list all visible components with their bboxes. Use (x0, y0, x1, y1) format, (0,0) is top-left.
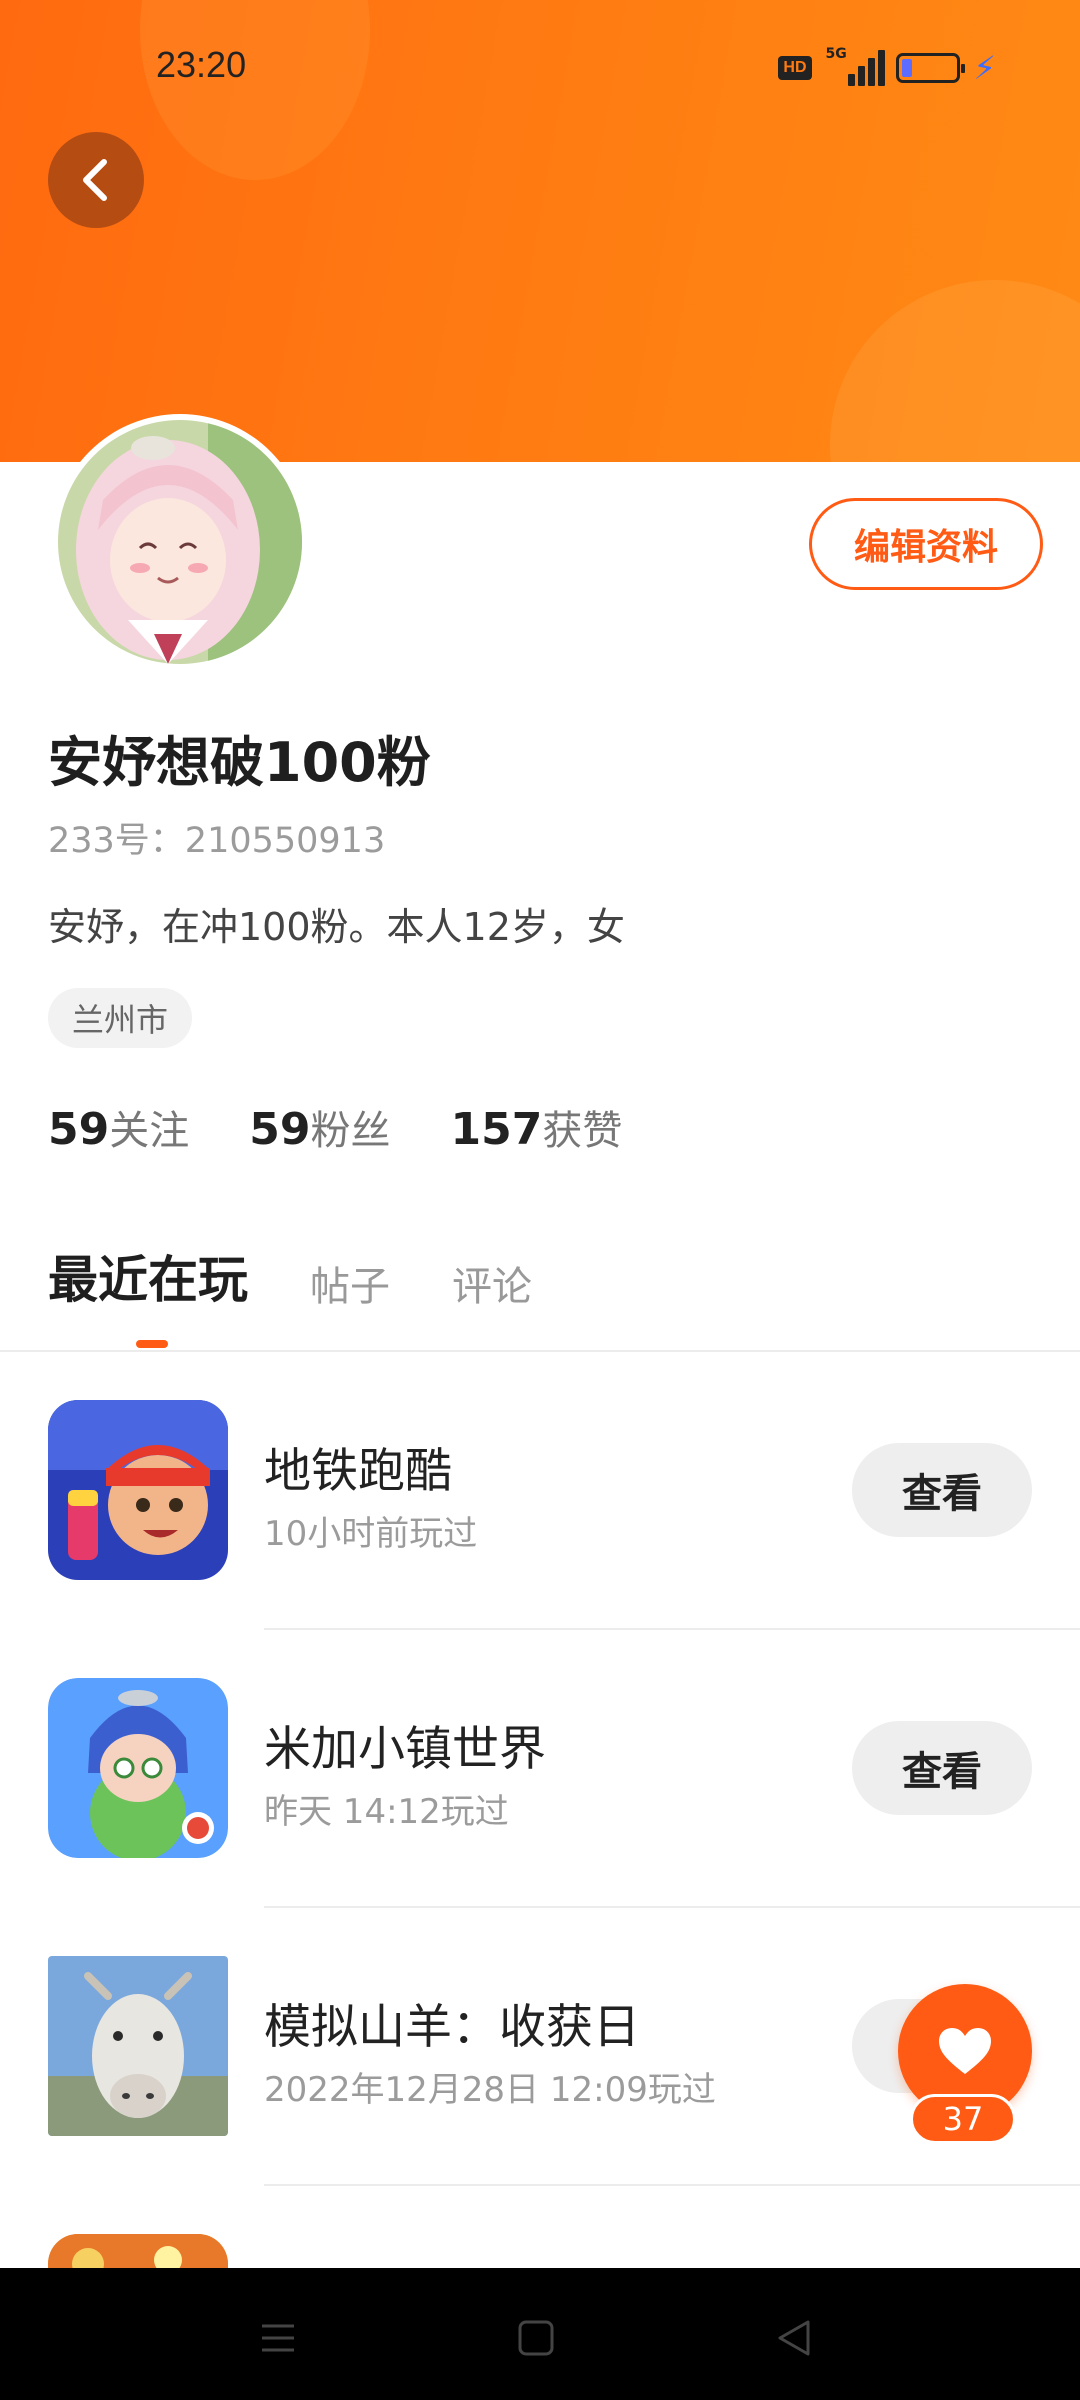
game-played-time: 10小时前玩过 (264, 1514, 478, 1554)
view-button[interactable]: 查看 (852, 1443, 1032, 1537)
avatar-image (58, 420, 302, 664)
triangle-back-icon (778, 2320, 810, 2356)
status-bar: 23:20 HD 5G ⚡ (0, 0, 1080, 130)
game-icon-miga-town (48, 1678, 228, 1858)
status-icons: HD 5G ⚡ (778, 46, 996, 88)
hd-icon: HD (778, 56, 812, 80)
stat-label: 粉丝 (310, 1108, 391, 1154)
stat-likes[interactable]: 157 获赞 (450, 1098, 622, 1156)
menu-icon (262, 2324, 294, 2352)
bio: 安妤，在冲100粉。本人12岁，女 (48, 905, 625, 949)
tab-posts[interactable]: 帖子 (310, 1254, 390, 1312)
stat-value: 59 (249, 1104, 311, 1155)
system-back-button[interactable] (764, 2308, 824, 2368)
stat-label: 获赞 (542, 1108, 623, 1154)
list-item[interactable]: 米加小镇世界 昨天 14:12玩过 查看 (0, 1630, 1080, 1908)
game-name: 地铁跑酷 (264, 1444, 452, 1499)
game-icon-subway-surfers (48, 1400, 228, 1580)
stat-value: 59 (48, 1104, 110, 1155)
list-item[interactable]: 地铁跑酷 10小时前玩过 查看 (0, 1352, 1080, 1630)
tab-recently-played[interactable]: 最近在玩 (48, 1240, 248, 1312)
recently-played-list: 地铁跑酷 10小时前玩过 查看 米加小镇世界 昨天 14:12玩过 查看 模拟山… (0, 1352, 1080, 2400)
view-button[interactable]: 查看 (852, 1721, 1032, 1815)
menu-button[interactable] (248, 2308, 308, 2368)
game-icon-goat-simulator (48, 1956, 228, 2136)
game-played-time: 昨天 14:12玩过 (264, 1792, 509, 1832)
heart-icon (939, 2028, 991, 2074)
stat-label: 关注 (109, 1108, 190, 1154)
square-icon (518, 2320, 554, 2356)
user-id: 233号：210550913 (48, 821, 386, 861)
profile-tabs: 最近在玩 帖子 评论 (48, 1240, 532, 1312)
location-tag: 兰州市 (48, 988, 193, 1048)
signal-icon: 5G (826, 46, 885, 86)
game-name: 模拟山羊：收获日 (264, 2000, 640, 2055)
avatar[interactable] (52, 414, 308, 670)
game-played-time: 2022年12月28日 12:09玩过 (264, 2070, 716, 2110)
stat-followers[interactable]: 59 粉丝 (249, 1098, 390, 1156)
back-button[interactable] (48, 132, 144, 228)
system-navigation-bar (0, 2268, 1080, 2400)
game-name: 米加小镇世界 (264, 1722, 546, 1777)
profile-stats: 59 关注 59 粉丝 157 获赞 (48, 1098, 622, 1156)
tab-comments[interactable]: 评论 (452, 1254, 532, 1312)
stat-following[interactable]: 59 关注 (48, 1098, 189, 1156)
charging-icon: ⚡ (973, 49, 996, 87)
username: 安妤想破100粉 (48, 731, 431, 794)
battery-icon (895, 53, 965, 83)
status-time: 23:20 (156, 44, 247, 85)
network-type-label: 5G (825, 46, 847, 62)
chevron-left-icon (83, 159, 107, 201)
edit-profile-button[interactable]: 编辑资料 (809, 498, 1043, 590)
stat-value: 157 (450, 1104, 543, 1155)
header-decoration (830, 280, 1080, 462)
active-tab-indicator (136, 1340, 168, 1348)
home-button[interactable] (506, 2308, 566, 2368)
like-count-badge: 37 (910, 2094, 1016, 2144)
